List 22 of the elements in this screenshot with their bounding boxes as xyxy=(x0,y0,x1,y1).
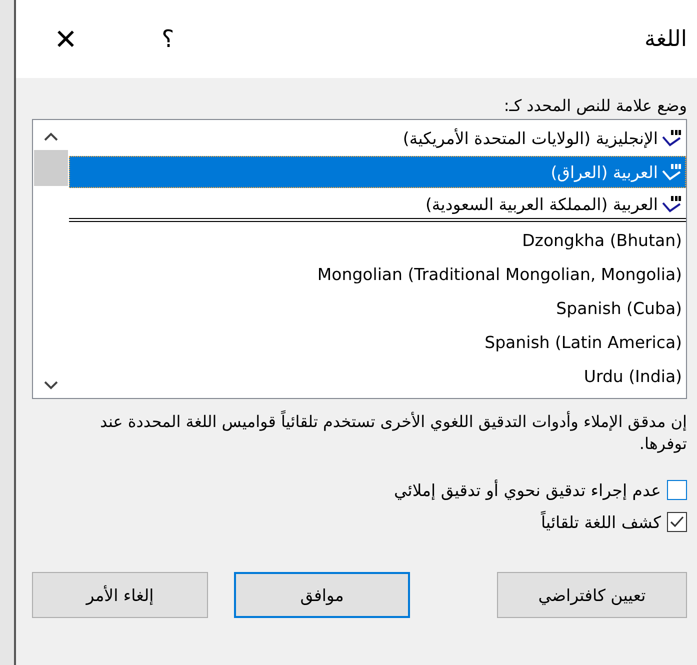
language-item[interactable]: Urdu (India) xyxy=(69,360,686,392)
language-item[interactable]: العربية (العراق) xyxy=(69,156,686,188)
list-label: وضع علامة للنص المحدد كـ: xyxy=(504,96,687,115)
scroll-up-icon[interactable] xyxy=(44,132,58,142)
dialog-button[interactable]: إلغاء الأمر xyxy=(32,572,208,618)
window-title: اللغة xyxy=(643,26,687,52)
scroll-down-icon[interactable] xyxy=(44,380,58,390)
checkbox[interactable] xyxy=(667,480,687,500)
close-button[interactable]: ✕ xyxy=(46,18,86,60)
language-item[interactable]: Spanish (Latin America) xyxy=(69,326,686,358)
help-button[interactable]: ؟ xyxy=(153,21,182,57)
checkbox-label[interactable]: كشف اللغة تلقائياً xyxy=(540,512,661,532)
dialog-button[interactable]: تعيين كافتراضي xyxy=(497,572,687,618)
language-item[interactable]: Mongolian (Traditional Mongolian, Mongolia) xyxy=(69,258,686,290)
language-item[interactable]: Spanish (Cuba) xyxy=(69,292,686,324)
info-text: إن مدقق الإملاء وأدوات التدقيق اللغوي الأخرى تستخدم تلقائياً قواميس اللغة المحددة عند توفرها. xyxy=(99,411,687,454)
language-item[interactable]: الإنجليزية (الولايات المتحدة الأمريكية) xyxy=(69,122,686,154)
checkbox[interactable] xyxy=(667,512,687,532)
language-item[interactable]: Dzongkha (Bhutan) xyxy=(69,224,686,256)
scroll-thumb[interactable] xyxy=(34,150,68,186)
checkbox-label[interactable]: عدم إجراء تدقيق نحوي أو تدقيق إملائي xyxy=(394,480,661,500)
dialog-button[interactable]: موافق xyxy=(234,572,410,618)
